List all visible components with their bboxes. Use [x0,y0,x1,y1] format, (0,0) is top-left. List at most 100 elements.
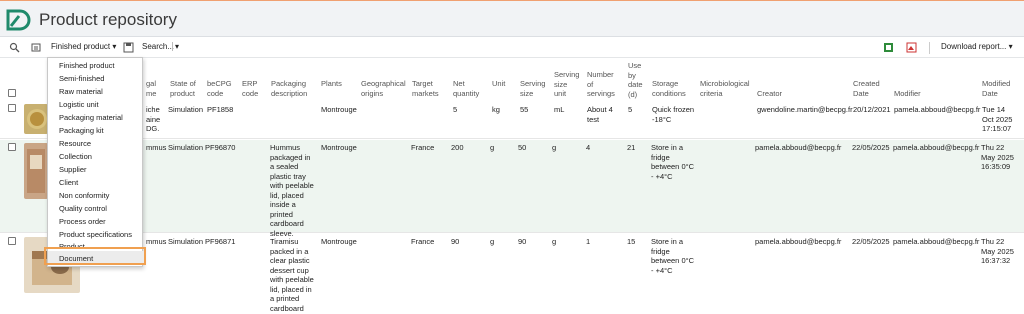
table-row[interactable]: mmus Simulation PF96870 Hummus packaged i… [0,140,1024,238]
col-serving-unit[interactable]: Serving size unit [554,70,579,99]
menu-item-packaging-material[interactable]: Packaging material [59,113,123,122]
table-row[interactable]: mmus Simulation PF96871 Tiramisu packed i… [0,234,1024,314]
excel-export-icon[interactable] [883,42,894,53]
packaging-cell: Tiramisu packed in a clear plastic dessert … [270,237,314,313]
col-servings[interactable]: Number of servings [587,70,615,99]
row-checkbox[interactable] [8,237,16,245]
col-creator[interactable]: Creator [757,89,782,99]
target-markets-cell: France [411,143,435,152]
creator-cell: gwendoline.martin@becpg.fr [757,105,853,114]
col-modifier[interactable]: Modifier [894,89,921,99]
menu-item-supplier[interactable]: Supplier [59,165,87,174]
col-unit[interactable]: Unit [492,79,505,89]
menu-item-product-specifications[interactable]: Product specifications [59,230,132,239]
product-thumbnail[interactable] [24,143,48,199]
menu-item-finished-product[interactable]: Finished product [59,61,114,70]
target-markets-cell: France [411,237,435,246]
menu-item-collection[interactable]: Collection [59,152,92,161]
highlight-box [44,247,146,265]
col-packaging[interactable]: Packaging description [271,79,307,98]
modified-date-cell: Tue 14 Oct 2025 17:15:07 [982,105,1013,133]
entity-type-dropdown[interactable]: Finished product ▾ [51,42,116,51]
download-report-button[interactable]: Download report... ▾ [941,42,1013,51]
menu-item-semi-finished[interactable]: Semi-finished [59,74,104,83]
toolbar-separator [929,42,930,54]
col-micro[interactable]: Microbiological criteria [700,79,750,98]
product-thumbnail[interactable] [24,104,48,134]
unit-cell: kg [492,105,500,114]
becpg-code-cell[interactable]: PF1858 [207,105,233,115]
state-cell: Simulation [168,143,204,152]
plants-cell: Montrouge [321,105,357,114]
plants-cell: Montrouge [321,237,357,246]
pdf-export-icon[interactable] [906,42,917,53]
col-use-by[interactable]: Use by date (d) [628,61,643,99]
unit-cell: g [490,143,495,152]
menu-item-resource[interactable]: Resource [59,139,91,148]
storage-cell: Store in a fridge between 0°C - +4°C [651,237,695,275]
col-target[interactable]: Target markets [412,79,439,98]
col-plants[interactable]: Plants [321,79,342,89]
menu-item-logistic-unit[interactable]: Logistic unit [59,100,99,109]
menu-item-process-order[interactable]: Process order [59,217,106,226]
use-by-cell: 15 [627,237,636,246]
servings-cell: About 4 test [587,105,613,124]
becpg-code-cell[interactable]: PF96871 [205,237,235,247]
storage-cell: Store in a fridge between 0°C - +4°C [651,143,695,181]
use-by-cell: 5 [628,105,633,114]
creator-cell: pamela.abboud@becpg.fr [755,237,842,246]
search-dropdown[interactable]: Search... [142,42,174,51]
modifier-cell: pamela.abboud@becpg.fr [893,143,980,152]
col-net-qty[interactable]: Net quantity [453,79,479,98]
col-erp-code[interactable]: ERP code [242,79,258,98]
state-cell: Simulation [168,105,204,114]
select-all-checkbox[interactable] [8,89,16,97]
modifier-cell: pamela.abboud@becpg.fr [893,237,980,246]
unit-cell: g [490,237,495,246]
menu-item-packaging-kit[interactable]: Packaging kit [59,126,104,135]
menu-item-client[interactable]: Client [59,178,78,187]
legal-name-cell: iche aine DG. [146,105,161,133]
search-dropdown-arrow-icon[interactable]: ▾ [172,42,179,51]
serving-unit-cell: g [552,237,557,246]
col-storage[interactable]: Storage conditions [652,79,686,98]
search-icon[interactable] [9,42,20,53]
created-date-cell: 22/05/2025 [852,143,890,152]
packaging-cell: Hummus packaged in a sealed plastic tray wit… [270,143,314,238]
use-by-cell: 21 [627,143,636,152]
legal-name-cell: mmus [146,143,167,152]
col-serving-size[interactable]: Serving size [520,79,545,98]
serving-unit-cell: mL [554,105,565,114]
page-title: Product repository [39,10,177,29]
menu-item-raw-material[interactable]: Raw material [59,87,103,96]
modified-date-cell: Thu 22 May 2025 16:37:32 [981,237,1014,265]
col-state[interactable]: State of product [170,79,196,98]
col-legal-name[interactable]: gal me [146,79,156,98]
storage-cell: Quick frozen -18°C [652,105,695,124]
state-cell: Simulation [168,237,204,246]
row-checkbox[interactable] [8,143,16,151]
app-header: Product repository [0,1,1024,37]
becpg-logo-icon [6,9,31,31]
entity-type-menu: Finished product Semi-finished Raw mater… [47,57,144,267]
col-geo[interactable]: Geographical origins [361,79,406,98]
net-qty-cell: 200 [451,143,464,152]
serving-unit-cell: g [552,143,557,152]
col-becpg-code[interactable]: beCPG code [207,79,232,98]
row-checkbox[interactable] [8,104,16,112]
col-modified[interactable]: Modified Date [982,79,1010,98]
table-row[interactable]: iche aine DG. Simulation PF1858 Montrouge … [0,101,1024,139]
legal-name-cell: mmus [146,237,167,246]
menu-item-quality-control[interactable]: Quality control [59,204,107,213]
select-all-icon[interactable] [31,42,42,53]
net-qty-cell: 90 [451,237,460,246]
becpg-code-cell[interactable]: PF96870 [205,143,235,153]
servings-cell: 4 [586,143,591,152]
menu-item-non-conformity[interactable]: Non conformity [59,191,109,200]
save-search-icon[interactable] [123,42,134,53]
serving-size-cell: 90 [518,237,527,246]
col-created[interactable]: Created Date [853,79,880,98]
modified-date-cell: Thu 22 May 2025 16:35:09 [981,143,1014,171]
net-qty-cell: 5 [453,105,458,114]
serving-size-cell: 50 [518,143,527,152]
